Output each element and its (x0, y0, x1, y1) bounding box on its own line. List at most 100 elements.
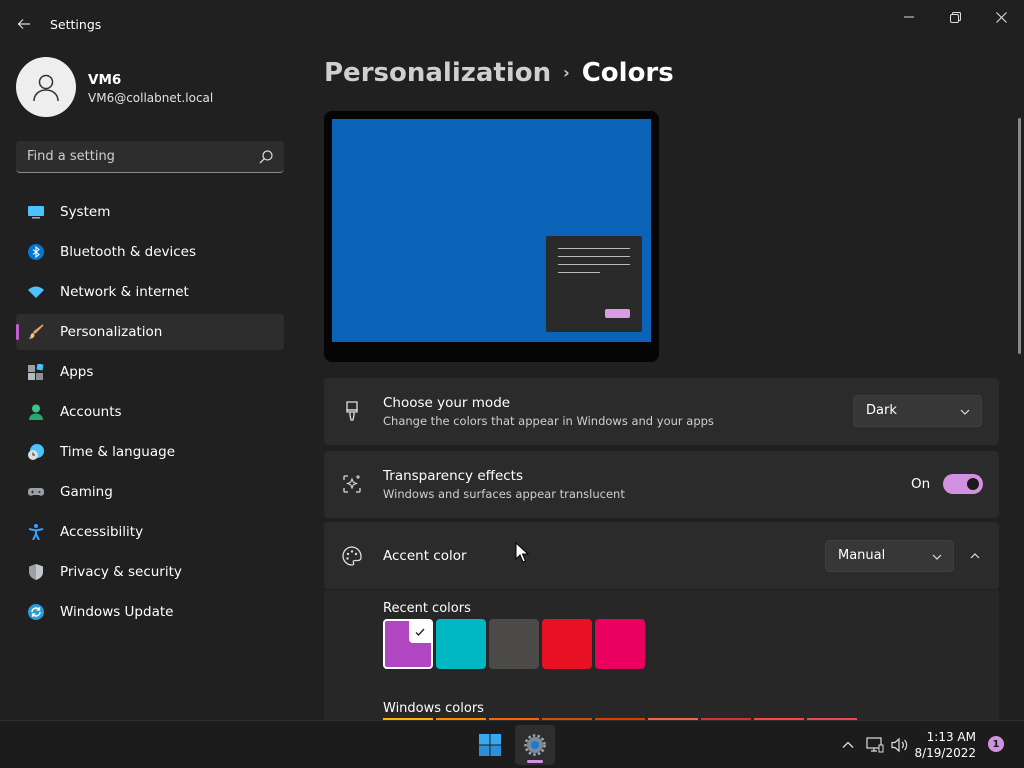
recent-color-swatch[interactable] (436, 619, 486, 669)
sidebar-item-gaming[interactable]: Gaming (16, 474, 284, 510)
preview-window (546, 236, 642, 332)
breadcrumb: Personalization › Colors (324, 58, 674, 88)
breadcrumb-parent[interactable]: Personalization (324, 58, 551, 88)
recent-color-swatch[interactable] (489, 619, 539, 669)
sidebar-item-label: Gaming (60, 484, 113, 500)
accent-dropdown[interactable]: Manual (825, 540, 954, 572)
chevron-up-icon (842, 741, 854, 748)
brush-icon (28, 324, 44, 339)
preview-line (558, 264, 630, 265)
accessibility-icon (28, 524, 44, 540)
mode-setting: Choose your mode Change the colors that … (324, 378, 999, 445)
restore-button[interactable] (933, 4, 977, 30)
network-tray[interactable] (865, 735, 885, 755)
restore-icon (949, 11, 961, 23)
close-button[interactable] (979, 4, 1023, 30)
sidebar-item-label: Bluetooth & devices (60, 244, 197, 260)
user-email: VM6@collabnet.local (88, 91, 214, 105)
sidebar-item-label: Apps (60, 364, 94, 380)
transparency-toggle[interactable] (943, 474, 983, 494)
accent-title: Accent color (383, 548, 467, 564)
settings-gear-icon (524, 734, 546, 756)
network-icon (866, 737, 884, 753)
volume-tray[interactable] (890, 735, 910, 755)
sidebar-item-label: Accessibility (60, 524, 144, 540)
transparency-state: On (911, 476, 931, 492)
start-button[interactable] (470, 725, 510, 765)
preview-line (558, 256, 630, 257)
clock-globe-icon (28, 444, 44, 460)
paint-brush-icon (346, 401, 358, 421)
clock-time: 1:13 AM (926, 730, 976, 744)
gamepad-icon (28, 488, 44, 496)
arrow-left-icon (17, 19, 30, 29)
system-icon (28, 206, 44, 219)
user-name: VM6 (88, 72, 122, 88)
sidebar-item-network[interactable]: Network & internet (16, 274, 284, 310)
chevron-up-icon (970, 553, 980, 559)
windows-colors-heading: Windows colors (383, 701, 484, 716)
sidebar-item-bluetooth[interactable]: Bluetooth & devices (16, 234, 284, 270)
notification-badge[interactable]: 1 (988, 736, 1004, 752)
preview-desktop (332, 119, 651, 342)
sidebar-item-privacy[interactable]: Privacy & security (16, 554, 284, 590)
back-button[interactable] (12, 12, 36, 36)
mode-title: Choose your mode (383, 395, 511, 411)
bluetooth-icon (28, 244, 44, 260)
recent-color-swatch[interactable] (595, 619, 645, 669)
mode-value: Dark (866, 403, 897, 418)
close-icon (995, 11, 1007, 23)
accent-setting[interactable]: Accent color Manual (324, 522, 999, 589)
accent-value: Manual (838, 548, 886, 563)
preview-accent-button (605, 309, 630, 318)
clock-date: 8/19/2022 (914, 746, 976, 760)
update-icon (28, 604, 44, 620)
transparency-title: Transparency effects (383, 468, 523, 484)
mouse-cursor-icon (515, 542, 529, 563)
palette-icon (342, 546, 362, 566)
minimize-icon (904, 16, 914, 18)
sidebar-item-windows-update[interactable]: Windows Update (16, 594, 284, 630)
scrollbar[interactable] (1018, 118, 1021, 354)
apps-icon (28, 364, 44, 380)
sidebar-item-label: Accounts (60, 404, 122, 420)
transparency-description: Windows and surfaces appear translucent (383, 487, 625, 501)
active-app-indicator (527, 760, 543, 763)
preview-line (558, 248, 630, 249)
volume-icon (891, 737, 908, 753)
show-hidden-icons-button[interactable] (838, 735, 858, 755)
sidebar-item-personalization[interactable]: Personalization (16, 314, 284, 350)
sidebar-item-system[interactable]: System (16, 194, 284, 230)
page-title: Colors (581, 58, 674, 88)
search-input[interactable]: Find a setting (16, 141, 284, 173)
sidebar-item-label: Personalization (60, 324, 163, 340)
taskbar-settings-app[interactable] (515, 725, 555, 765)
sidebar-item-apps[interactable]: Apps (16, 354, 284, 390)
shield-icon (29, 564, 43, 580)
mode-dropdown[interactable]: Dark (853, 395, 982, 427)
recent-color-swatch[interactable] (542, 619, 592, 669)
taskbar: 1:13 AM 8/19/2022 (0, 720, 1024, 768)
avatar (16, 57, 76, 117)
checkmark-icon (409, 621, 431, 643)
windows-start-icon (479, 734, 501, 756)
breadcrumb-separator: › (563, 63, 570, 82)
wifi-icon (28, 286, 44, 298)
accent-color-panel: Recent colors Windows colors (324, 590, 999, 722)
minimize-button[interactable] (887, 4, 931, 30)
sidebar-item-accounts[interactable]: Accounts (16, 394, 284, 430)
accent-collapse-button[interactable] (960, 541, 990, 571)
transparency-setting: Transparency effects Windows and surface… (324, 451, 999, 518)
accounts-icon (29, 404, 43, 420)
sidebar-item-label: Network & internet (60, 284, 189, 300)
sidebar-item-accessibility[interactable]: Accessibility (16, 514, 284, 550)
person-icon (33, 74, 59, 102)
theme-preview (324, 111, 659, 362)
recent-color-swatch[interactable] (383, 619, 433, 669)
window-title: Settings (50, 17, 102, 32)
sidebar-item-time-language[interactable]: Time & language (16, 434, 284, 470)
search-placeholder: Find a setting (27, 149, 115, 164)
sidebar-nav: System Bluetooth & devices Network & int… (16, 194, 284, 634)
sidebar-item-label: System (60, 204, 111, 220)
taskbar-clock[interactable]: 1:13 AM 8/19/2022 (914, 729, 976, 761)
